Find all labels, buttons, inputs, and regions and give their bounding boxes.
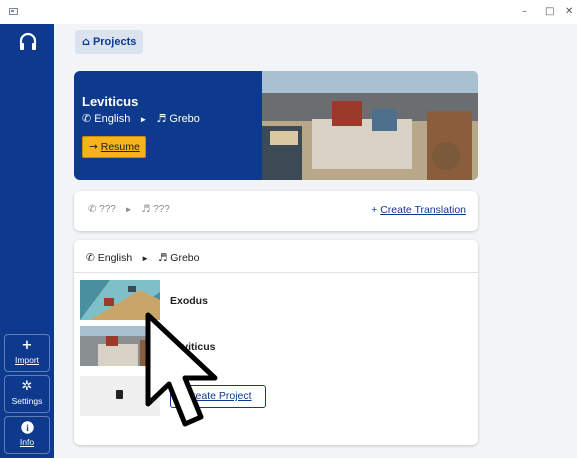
new-translation-card: ✆ ??? ► ♬ ??? + Create Translation — [74, 191, 478, 231]
main-content: ⌂ Projects Leviticus ✆ English ► ♬ Grebo… — [54, 24, 577, 458]
resume-label: Resume — [100, 141, 140, 153]
maximize-button[interactable]: □ — [545, 6, 554, 17]
arrow-right-icon: → — [89, 141, 98, 153]
info-label: Info — [19, 437, 35, 447]
book-icon — [116, 390, 123, 399]
settings-button[interactable]: ✲ Settings — [4, 375, 50, 413]
plus-icon: + — [371, 204, 378, 216]
target-language-icon: ♬ — [157, 252, 168, 264]
plus-icon: + — [21, 338, 33, 353]
project-target-language: Grebo — [170, 252, 200, 264]
mouse-cursor-icon — [145, 312, 218, 427]
project-languages: ✆ English ► ♬ Grebo — [86, 252, 199, 264]
hero-target-language: Grebo — [169, 113, 200, 125]
close-button[interactable]: ✕ — [565, 6, 573, 17]
home-icon: ⌂ — [82, 35, 90, 48]
hero-source-language: English — [94, 113, 131, 125]
target-language-icon: ♬ — [156, 112, 167, 125]
arrow-right-icon: ► — [141, 254, 150, 263]
breadcrumb-label: Projects — [92, 36, 137, 48]
hero-languages: ✆ English ► ♬ Grebo — [82, 112, 200, 125]
resume-card: Leviticus ✆ English ► ♬ Grebo → Resume — [74, 71, 478, 180]
headphones-icon[interactable] — [18, 32, 38, 52]
project-card: ✆ English ► ♬ Grebo Exodus Leviticus Cre… — [74, 240, 478, 445]
gear-icon: ✲ — [21, 379, 33, 394]
source-language-icon: ✆ — [86, 252, 95, 264]
import-label: Import — [14, 355, 40, 365]
breadcrumb-projects[interactable]: ⌂ Projects — [75, 30, 144, 54]
import-button[interactable]: + Import — [4, 334, 50, 372]
new-source-language[interactable]: ??? — [99, 204, 116, 215]
minimize-button[interactable]: – — [522, 6, 527, 17]
app-icon — [9, 8, 18, 15]
new-target-language[interactable]: ??? — [153, 204, 170, 215]
settings-label: Settings — [11, 396, 43, 406]
project-source-language: English — [97, 252, 133, 264]
target-language-icon: ♬ — [141, 204, 151, 215]
source-language-icon: ✆ — [82, 112, 92, 125]
new-translation-languages: ✆ ??? ► ♬ ??? — [88, 204, 170, 215]
create-translation-label: Create Translation — [380, 204, 466, 216]
book-name-exodus[interactable]: Exodus — [170, 295, 208, 307]
create-translation-button[interactable]: + Create Translation — [371, 204, 466, 216]
info-button[interactable]: i Info — [4, 416, 50, 454]
arrow-right-icon: ► — [124, 205, 133, 214]
source-language-icon: ✆ — [88, 204, 97, 215]
leviticus-artwork — [262, 71, 478, 180]
info-icon: i — [5, 420, 49, 435]
arrow-right-icon: ► — [139, 115, 148, 124]
sidebar: + Import ✲ Settings i Info — [0, 24, 54, 458]
divider — [74, 272, 478, 273]
resume-button[interactable]: → Resume — [82, 136, 146, 158]
window-titlebar: – □ ✕ — [0, 0, 577, 24]
hero-book-title: Leviticus — [82, 94, 139, 109]
